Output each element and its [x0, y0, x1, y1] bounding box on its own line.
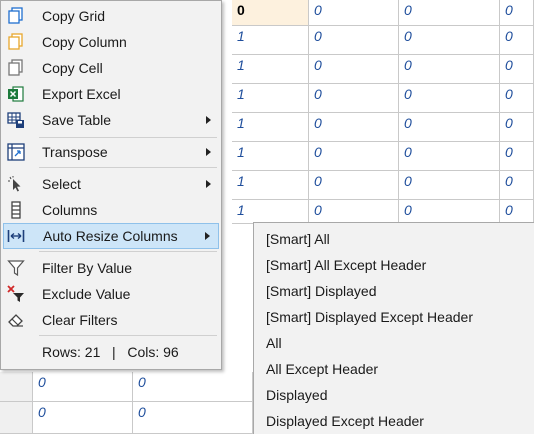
grid-cell[interactable]: 0 — [33, 402, 133, 434]
grid-cell[interactable]: 0 — [500, 142, 534, 171]
submenu-item-all-except-header[interactable]: All Except Header — [266, 361, 378, 377]
menu-item-auto-resize-columns[interactable]: Auto Resize Columns — [3, 223, 219, 249]
grid-cell[interactable]: 1 — [232, 84, 309, 113]
submenu-item-smart-all-except-header[interactable]: [Smart] All Except Header — [266, 257, 426, 273]
grid-stats: Rows: 21 | Cols: 96 — [42, 344, 179, 360]
submenu-arrow-icon — [206, 116, 211, 124]
grid-cell[interactable]: 0 — [309, 142, 399, 171]
grid-cell[interactable]: 0 — [500, 84, 534, 113]
submenu-item-displayed-except-header[interactable]: Displayed Except Header — [266, 413, 424, 429]
menu-item-transpose[interactable]: Transpose — [3, 139, 219, 165]
menu-separator — [39, 335, 217, 336]
grid-cell[interactable]: 0 — [500, 113, 534, 142]
exclude-filter-icon — [7, 285, 25, 303]
menu-item-copy-grid[interactable]: Copy Grid — [3, 3, 219, 29]
submenu-arrow-icon — [206, 180, 211, 188]
grid-cell[interactable]: 0 — [500, 0, 534, 26]
auto-resize-submenu: [Smart] All [Smart] All Except Header [S… — [253, 222, 534, 434]
menu-item-select[interactable]: Select — [3, 171, 219, 197]
save-table-icon — [7, 111, 25, 129]
menu-item-columns[interactable]: Columns — [3, 197, 219, 223]
grid-cell[interactable]: 0 — [399, 55, 500, 84]
context-menu: Copy Grid Copy Column Copy Cell Export E… — [0, 0, 222, 370]
menu-separator — [39, 137, 217, 138]
grid-cell[interactable]: 0 — [399, 26, 500, 55]
eraser-icon — [7, 311, 25, 329]
transpose-icon — [7, 143, 25, 161]
grid-cell[interactable]: 0 — [33, 372, 133, 402]
grid-cell[interactable]: 0 — [309, 26, 399, 55]
resize-columns-icon — [7, 227, 25, 245]
grid-cell[interactable]: 0 — [399, 142, 500, 171]
grid-cell[interactable]: 0 — [399, 200, 500, 224]
submenu-item-smart-displayed[interactable]: [Smart] Displayed — [266, 283, 376, 299]
grid-cell[interactable]: 0 — [309, 0, 399, 26]
grid-cell[interactable]: 0 — [500, 200, 534, 224]
submenu-item-displayed[interactable]: Displayed — [266, 387, 327, 403]
grid-cell[interactable]: 0 — [133, 372, 253, 402]
grid-cell[interactable]: 0 — [399, 113, 500, 142]
copy-column-icon — [7, 33, 25, 51]
grid-cell[interactable]: 0 — [309, 200, 399, 224]
grid-cell[interactable]: 0 — [309, 55, 399, 84]
grid-cell[interactable]: 1 — [232, 26, 309, 55]
row-header[interactable] — [0, 372, 33, 402]
grid-cell[interactable]: 0 — [309, 84, 399, 113]
grid-cell[interactable]: 0 — [309, 171, 399, 200]
menu-item-exclude-value[interactable]: Exclude Value — [3, 281, 219, 307]
grid-cell-selected[interactable]: 0 — [232, 0, 309, 26]
grid-cell[interactable]: 1 — [232, 171, 309, 200]
filter-icon — [7, 259, 25, 277]
submenu-item-smart-all[interactable]: [Smart] All — [266, 231, 330, 247]
grid-cell[interactable]: 0 — [399, 0, 500, 26]
grid-cell[interactable]: 0 — [399, 171, 500, 200]
copy-grid-icon — [7, 7, 25, 25]
grid-cell[interactable]: 0 — [500, 171, 534, 200]
grid-cell[interactable]: 0 — [500, 55, 534, 84]
submenu-arrow-icon — [205, 232, 210, 240]
menu-separator — [39, 251, 217, 252]
grid-cell[interactable]: 1 — [232, 55, 309, 84]
columns-icon — [7, 201, 25, 219]
row-header[interactable] — [0, 402, 33, 434]
menu-item-export-excel[interactable]: Export Excel — [3, 81, 219, 107]
grid-cell[interactable]: 0 — [133, 402, 253, 434]
menu-item-clear-filters[interactable]: Clear Filters — [3, 307, 219, 333]
grid-cell[interactable]: 0 — [309, 113, 399, 142]
excel-icon — [7, 85, 25, 103]
grid-cell[interactable]: 1 — [232, 113, 309, 142]
menu-item-filter-by-value[interactable]: Filter By Value — [3, 255, 219, 281]
submenu-item-all[interactable]: All — [266, 335, 282, 351]
submenu-arrow-icon — [206, 148, 211, 156]
grid-cell[interactable]: 1 — [232, 200, 309, 224]
copy-cell-icon — [7, 59, 25, 77]
menu-item-save-table[interactable]: Save Table — [3, 107, 219, 133]
grid-cell[interactable]: 0 — [500, 26, 534, 55]
menu-item-copy-cell[interactable]: Copy Cell — [3, 55, 219, 81]
submenu-item-smart-displayed-except-header[interactable]: [Smart] Displayed Except Header — [266, 309, 473, 325]
menu-separator — [39, 167, 217, 168]
menu-item-copy-column[interactable]: Copy Column — [3, 29, 219, 55]
grid-cell[interactable]: 0 — [399, 84, 500, 113]
grid-cell[interactable]: 1 — [232, 142, 309, 171]
cursor-icon — [7, 175, 25, 193]
